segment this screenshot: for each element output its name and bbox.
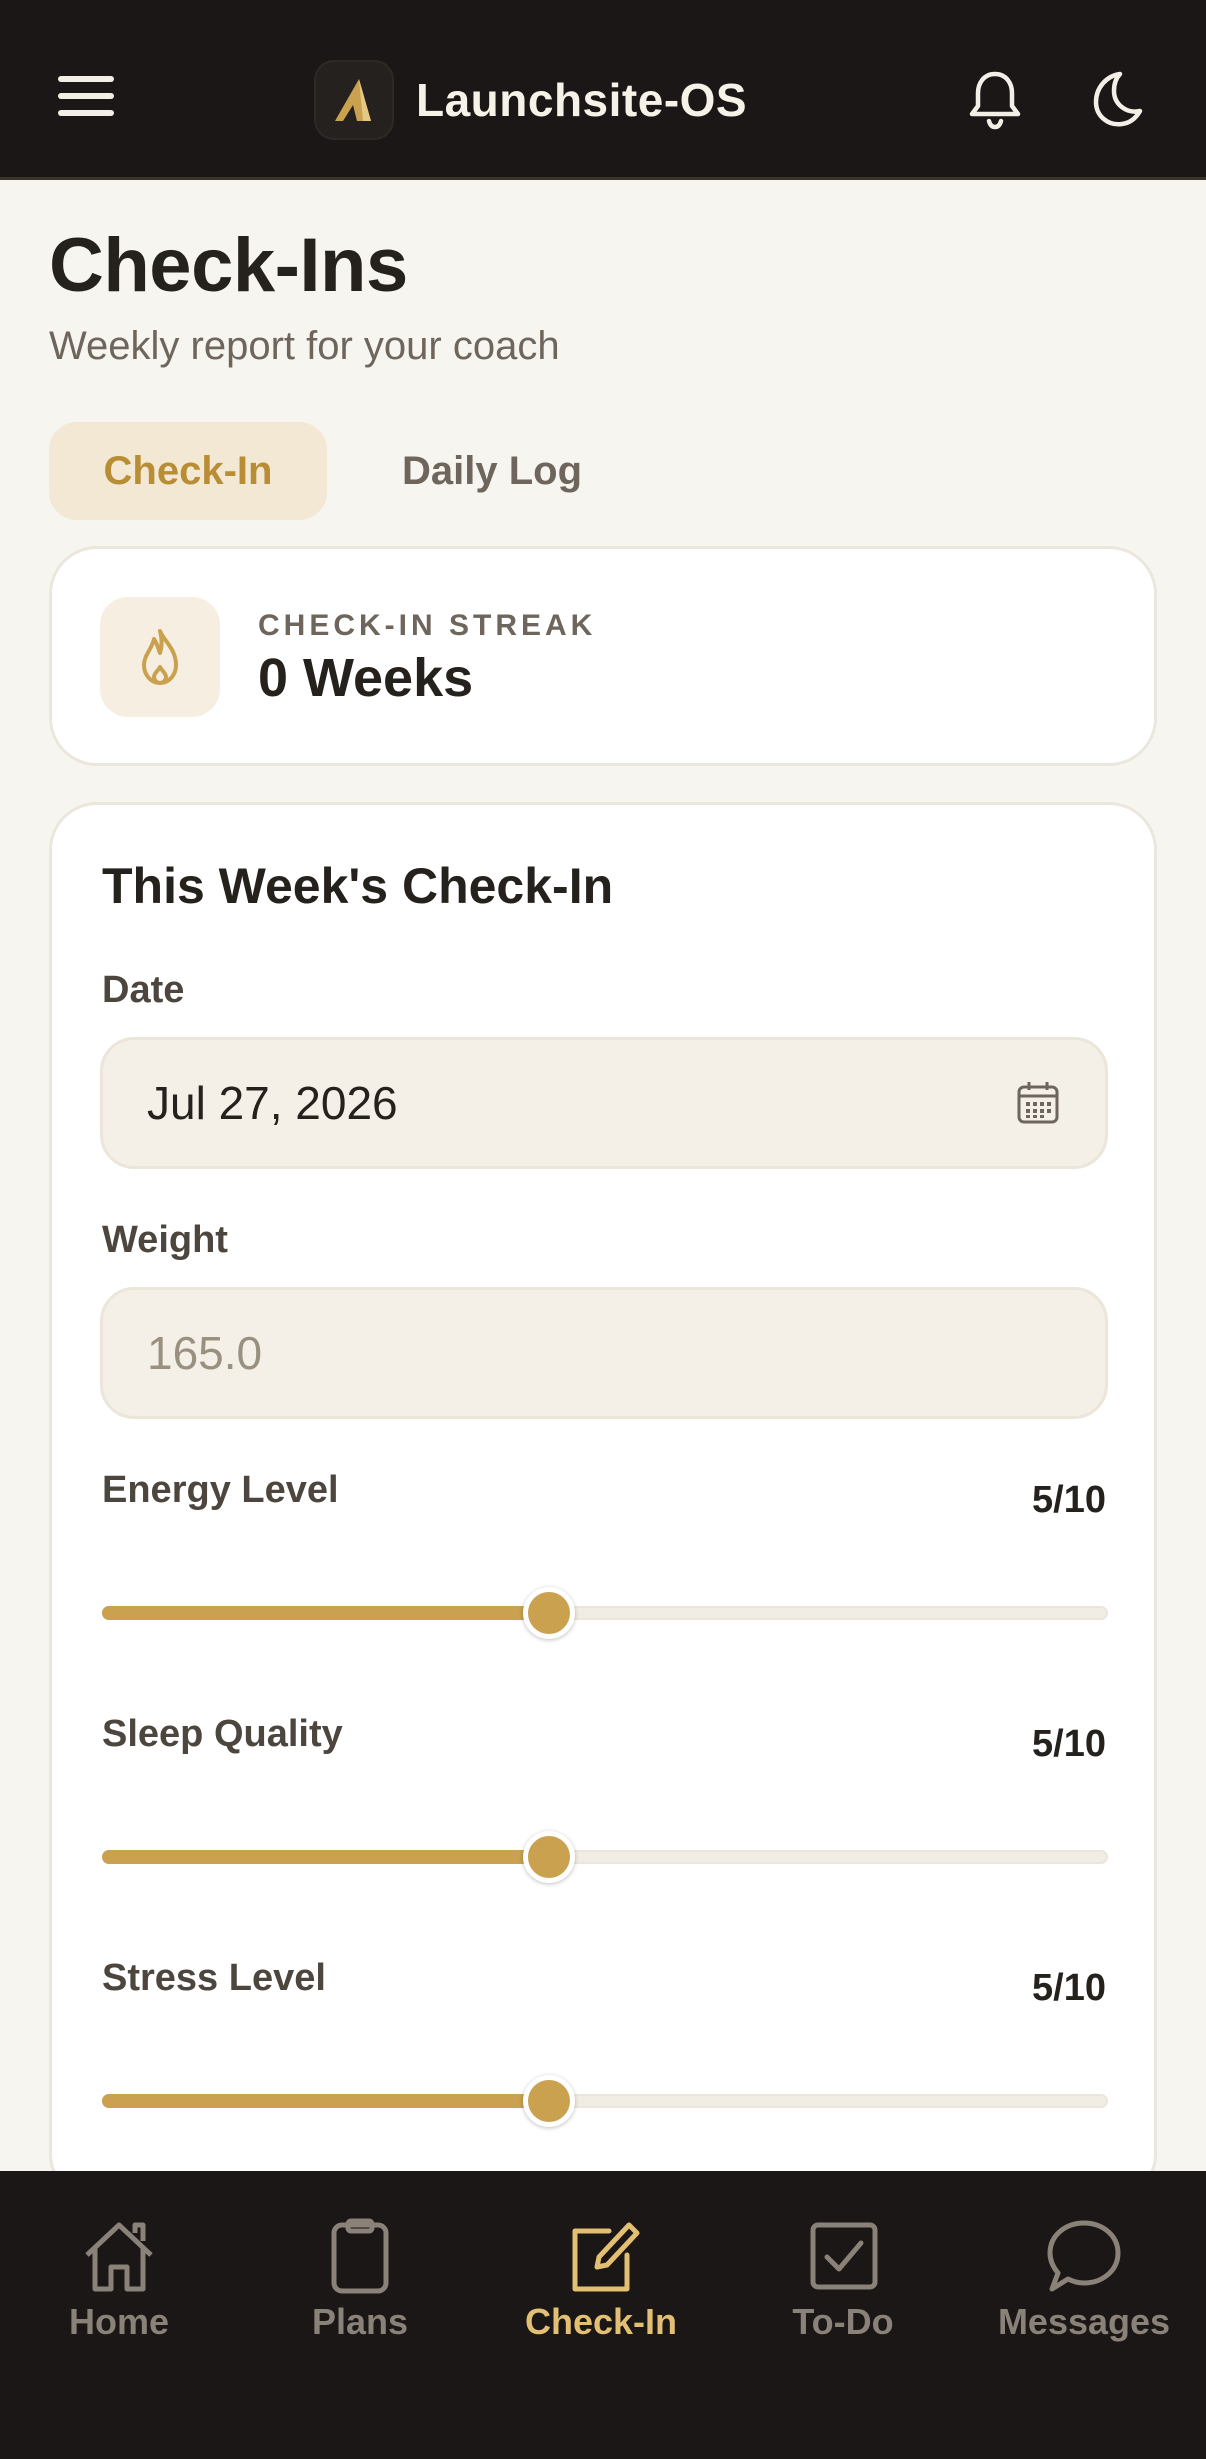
nav-plans[interactable]: Plans [245, 2217, 475, 2357]
weight-field[interactable] [100, 1287, 1108, 1419]
moon-icon[interactable] [1082, 66, 1148, 132]
weight-input[interactable] [147, 1326, 967, 1380]
nav-messages-label: Messages [997, 2301, 1171, 2342]
hamburger-menu-icon[interactable] [58, 76, 122, 120]
energy-level-value: 5/10 [1032, 1479, 1106, 1521]
tab-check-in[interactable]: Check-In [49, 422, 327, 520]
stress-level-value: 5/10 [1032, 1967, 1106, 2009]
slider-thumb[interactable] [523, 1587, 576, 1639]
top-app-bar: Launchsite-OS [0, 0, 1206, 180]
nav-messages[interactable]: Messages [969, 2217, 1199, 2357]
form-title: This Week's Check-In [102, 858, 614, 914]
home-icon [85, 2222, 153, 2292]
slider-thumb[interactable] [523, 1831, 576, 1883]
energy-level-slider[interactable] [102, 1585, 1108, 1641]
weekly-check-in-card: This Week's Check-In Date Jul 27, 2026 W… [49, 802, 1157, 2202]
streak-label: CHECK-IN STREAK [258, 609, 597, 642]
sleep-quality-slider[interactable] [102, 1829, 1108, 1885]
stress-level-label: Stress Level [102, 1957, 326, 1999]
nav-to-do-label: To-Do [792, 2301, 894, 2342]
app-logo-icon [314, 60, 394, 140]
nav-to-do[interactable]: To-Do [728, 2217, 958, 2357]
page-title: Check-Ins [49, 223, 408, 308]
nav-check-in[interactable]: Check-In [486, 2217, 716, 2357]
stress-level-slider[interactable] [102, 2073, 1108, 2129]
clipboard-icon [331, 2218, 389, 2294]
sleep-quality-label: Sleep Quality [102, 1713, 343, 1755]
energy-level-label: Energy Level [102, 1469, 339, 1511]
flame-icon [100, 597, 220, 717]
edit-square-icon [572, 2222, 640, 2292]
calendar-icon[interactable] [1015, 1080, 1061, 1126]
brand[interactable]: Launchsite-OS [314, 60, 747, 140]
checkbox-icon [810, 2222, 878, 2290]
bell-icon[interactable] [962, 66, 1028, 132]
nav-home[interactable]: Home [4, 2217, 234, 2357]
nav-home-label: Home [68, 2301, 170, 2342]
page-subtitle: Weekly report for your coach [49, 324, 560, 368]
sleep-quality-value: 5/10 [1032, 1723, 1106, 1765]
weight-label: Weight [102, 1219, 228, 1261]
chat-bubble-icon [1047, 2220, 1121, 2292]
bottom-navigation: Home Plans Check-In To-Do Messages [0, 2171, 1206, 2459]
app-title: Launchsite-OS [416, 74, 748, 126]
date-label: Date [102, 969, 185, 1011]
nav-plans-label: Plans [311, 2301, 409, 2342]
streak-value: 0 Weeks [258, 648, 474, 708]
slider-fill [102, 2094, 550, 2108]
streak-card: CHECK-IN STREAK 0 Weeks [49, 546, 1157, 766]
date-field[interactable]: Jul 27, 2026 [100, 1037, 1108, 1169]
slider-fill [102, 1606, 550, 1620]
tab-daily-log[interactable]: Daily Log [327, 422, 657, 520]
date-value: Jul 27, 2026 [147, 1077, 398, 1129]
slider-thumb[interactable] [523, 2075, 576, 2127]
tab-bar: Check-In Daily Log [49, 422, 657, 520]
nav-check-in-label: Check-In [524, 2301, 678, 2342]
slider-fill [102, 1850, 550, 1864]
